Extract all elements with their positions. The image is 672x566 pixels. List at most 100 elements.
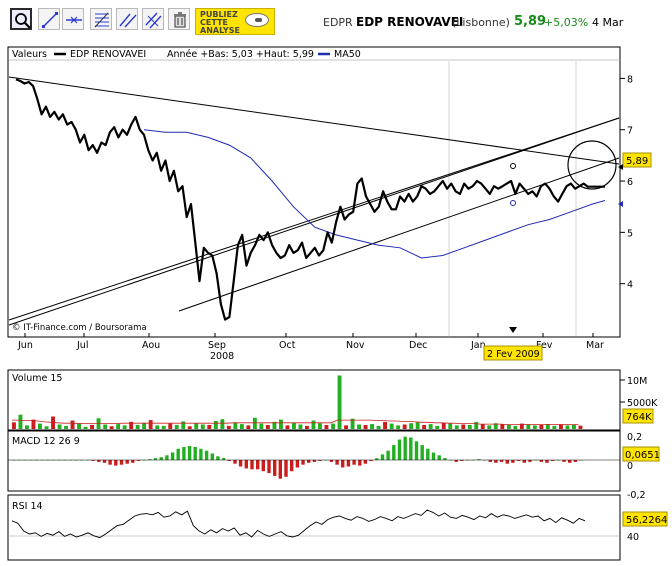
volume-bar bbox=[239, 424, 244, 429]
volume-bar bbox=[83, 426, 88, 429]
fibonacci-tool-icon[interactable] bbox=[90, 8, 112, 30]
volume-bar bbox=[103, 424, 108, 429]
volume-bar bbox=[44, 426, 49, 429]
rsi-label: RSI 14 bbox=[12, 501, 43, 512]
volume-bar bbox=[18, 414, 23, 429]
macd-bar bbox=[250, 460, 254, 470]
x-tick-label: Oct bbox=[279, 340, 296, 351]
year-label: 2008 bbox=[210, 351, 234, 362]
macd-bar bbox=[204, 450, 209, 460]
macd-bar bbox=[511, 460, 515, 463]
volume-bar bbox=[64, 425, 68, 429]
trash-icon[interactable] bbox=[168, 8, 190, 30]
macd-bar bbox=[392, 445, 396, 460]
volume-bar bbox=[279, 419, 283, 429]
volume-bar bbox=[331, 423, 335, 429]
quote-price: 5,89 bbox=[514, 14, 547, 29]
volume-bar bbox=[454, 425, 459, 429]
macd-bar bbox=[170, 452, 175, 460]
volume-bar bbox=[396, 425, 401, 429]
volume-bar bbox=[233, 422, 238, 429]
volume-bar bbox=[422, 425, 427, 429]
main-y-ticks: 8 7 6 5 4 bbox=[620, 74, 633, 291]
macd-bar bbox=[267, 460, 271, 474]
volume-bar bbox=[25, 425, 29, 429]
line-tool-icon[interactable] bbox=[38, 8, 60, 30]
volume-bar bbox=[402, 424, 407, 429]
macd-bar bbox=[244, 460, 248, 469]
volume-label: Volume 15 bbox=[12, 373, 62, 384]
volume-bar bbox=[428, 424, 433, 429]
macd-bar bbox=[431, 452, 436, 460]
quote-name: EDP RENOVAVEI bbox=[356, 15, 464, 29]
volume-bar bbox=[578, 425, 583, 429]
volume-bar bbox=[572, 425, 576, 429]
volume-bar bbox=[109, 426, 114, 429]
stock-chart[interactable]: Valeurs EDP RENOVAVEI Année +Bas: 5,03 +… bbox=[0, 40, 672, 566]
macd-bar bbox=[119, 460, 124, 465]
volume-bar bbox=[526, 424, 531, 429]
volume-bar bbox=[474, 421, 479, 429]
volume-bar bbox=[122, 425, 127, 429]
macd-bar bbox=[545, 460, 549, 463]
quote-ticker: EDPR bbox=[323, 16, 353, 29]
quote-date: 4 Mar bbox=[592, 16, 624, 29]
volume-bar bbox=[90, 425, 94, 429]
zoom-tool-icon[interactable] bbox=[10, 8, 32, 30]
volume-bar bbox=[467, 425, 472, 429]
last-price-label: 5,89 bbox=[626, 156, 648, 167]
publish-analysis-button[interactable]: PUBLIEZ CETTE ANALYSE bbox=[195, 8, 275, 35]
horizontal-line-tool-icon[interactable] bbox=[62, 8, 84, 30]
ma-marker bbox=[510, 200, 516, 206]
volume-bar bbox=[487, 425, 492, 429]
macd-bar bbox=[335, 460, 339, 465]
volume-bar bbox=[174, 425, 179, 429]
macd-bar bbox=[176, 448, 180, 460]
rsi-last-label: 56,2264 bbox=[626, 515, 667, 526]
volume-bar bbox=[559, 424, 563, 429]
y-tick-label: 5 bbox=[627, 228, 633, 239]
macd-label: MACD 12 26 9 bbox=[12, 436, 80, 447]
macd-bar bbox=[346, 460, 351, 467]
macd-bar bbox=[420, 445, 424, 460]
toolbar: PUBLIEZ CETTE ANALYSE EDPR EDP RENOVAVEI… bbox=[0, 0, 672, 40]
volume-bar bbox=[259, 423, 264, 429]
volume-bar bbox=[311, 420, 316, 429]
macd-bar bbox=[352, 460, 356, 465]
publish-label-3: ANALYSE bbox=[200, 26, 240, 35]
macd-bar bbox=[568, 460, 572, 463]
volume-bar bbox=[344, 425, 348, 429]
macd-bar bbox=[278, 460, 282, 479]
quote-change: +5,03% bbox=[544, 16, 589, 29]
parallel-lines-tool-icon[interactable] bbox=[142, 8, 164, 30]
volume-bar bbox=[135, 425, 140, 429]
channel-tool-icon[interactable] bbox=[116, 8, 138, 30]
macd-bar bbox=[233, 460, 237, 464]
credit: © IT-Finance.com / Boursorama bbox=[12, 323, 147, 333]
x-tick-label: Dec bbox=[409, 340, 427, 351]
macd-bar bbox=[505, 460, 509, 464]
volume-bar bbox=[448, 423, 453, 429]
volume-bar bbox=[441, 422, 446, 429]
volume-bar bbox=[532, 425, 537, 429]
macd-bar bbox=[414, 441, 419, 460]
macd-bar bbox=[494, 460, 498, 463]
volume-bar bbox=[285, 425, 290, 429]
macd-bar bbox=[187, 446, 192, 460]
volume-bar bbox=[265, 425, 270, 429]
macd-bar bbox=[363, 460, 368, 464]
macd-bar bbox=[397, 439, 402, 460]
volume-ytick-1: 10M bbox=[627, 376, 647, 387]
volume-bar bbox=[324, 425, 329, 429]
macd-bar bbox=[210, 453, 214, 460]
volume-bar bbox=[57, 424, 62, 429]
volume-bar bbox=[187, 426, 192, 429]
macd-last-label: 0,0651 bbox=[625, 450, 660, 461]
y-tick-label: 7 bbox=[627, 126, 633, 137]
macd-bar bbox=[341, 460, 345, 468]
macd-bar bbox=[290, 460, 294, 472]
volume-bar bbox=[357, 424, 361, 429]
macd-ytick-3: -0,2 bbox=[627, 490, 646, 501]
volume-last-label: 764K bbox=[626, 412, 652, 423]
volume-bar bbox=[435, 425, 440, 429]
